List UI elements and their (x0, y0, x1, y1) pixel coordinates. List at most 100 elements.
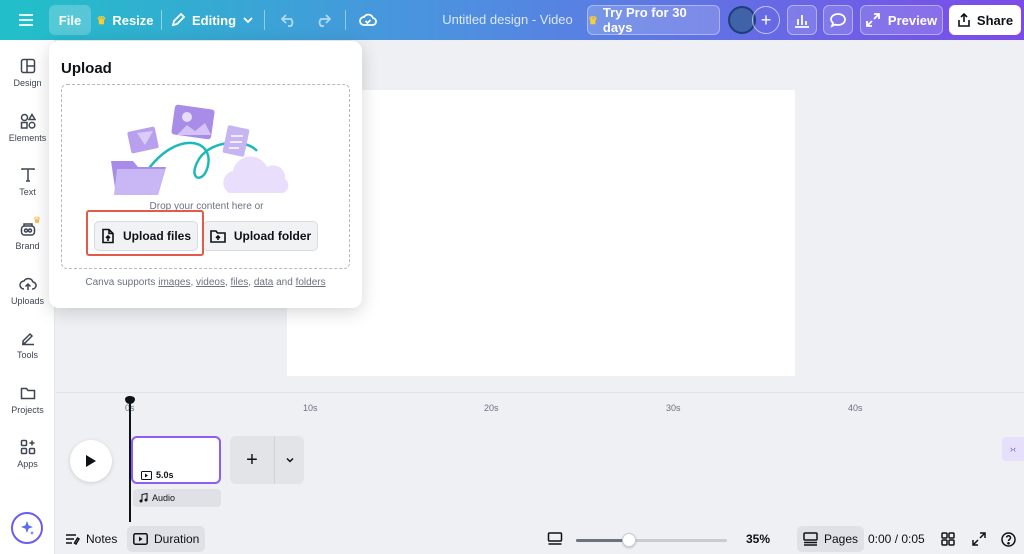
upload-panel: Upload Drop your content here or Upload … (49, 41, 362, 308)
clip-duration-label: 5.0s (156, 470, 174, 480)
insights-button[interactable] (787, 5, 817, 35)
folders-link[interactable]: folders (296, 277, 326, 288)
fullscreen-button[interactable] (972, 526, 986, 552)
cloud-upload-icon (18, 277, 37, 290)
supports-and: and (276, 277, 293, 288)
editing-mode-button[interactable]: Editing (168, 5, 256, 35)
share-icon (958, 13, 970, 27)
page-view-button[interactable] (547, 526, 563, 552)
file-menu-label: File (58, 12, 82, 28)
main-menu-button[interactable] (10, 5, 42, 35)
file-menu-button[interactable]: File (49, 5, 91, 35)
images-link[interactable]: images (158, 277, 190, 288)
playhead[interactable] (129, 399, 131, 527)
video-clip[interactable]: 5.0s (131, 436, 221, 484)
sidebar-item-text[interactable]: Text (0, 167, 55, 217)
add-collaborator-button[interactable]: + (752, 6, 780, 34)
supported-types-note: Canva supports images, videos, files, da… (85, 277, 326, 288)
undo-button[interactable] (276, 5, 302, 35)
pages-button[interactable]: Pages (797, 526, 865, 552)
collapse-panel-tab[interactable]: ›‹ (1002, 437, 1024, 461)
sidebar-item-label: Apps (17, 459, 38, 469)
videos-link[interactable]: videos (196, 277, 225, 288)
zoom-level-label: 35% (746, 532, 771, 546)
folder-upload-icon (210, 230, 226, 243)
help-icon (1001, 531, 1016, 547)
sidebar-item-elements[interactable]: Elements (0, 113, 55, 163)
crown-icon: ♛ (588, 14, 598, 27)
chevrons-icon: ›‹ (1010, 444, 1016, 454)
notes-label: Notes (86, 532, 118, 546)
grid-view-button[interactable] (941, 526, 955, 552)
duration-button[interactable]: Duration (127, 526, 206, 552)
bottom-bar: Notes Duration 35% Pages 0:00 / 0:05 (56, 522, 1024, 554)
sidebar-item-uploads[interactable]: Uploads (0, 276, 55, 326)
preview-button[interactable]: Preview (860, 5, 943, 35)
upload-illustration (111, 104, 289, 195)
sidebar-item-projects[interactable]: Projects (0, 385, 55, 435)
timeline-tick: 40s (848, 403, 863, 413)
cloud-check-icon (359, 13, 377, 26)
audio-label: Audio (152, 493, 176, 503)
data-link[interactable]: data (254, 277, 273, 288)
add-page-options-button[interactable] (275, 436, 304, 484)
bar-chart-icon (795, 15, 809, 28)
comments-button[interactable] (823, 5, 853, 35)
supports-prefix: Canva supports (85, 277, 156, 288)
undo-icon (281, 14, 294, 27)
help-button[interactable] (1001, 526, 1016, 552)
time-readout-label: 0:00 / 0:05 (868, 532, 925, 546)
preview-label: Preview (887, 12, 938, 28)
design-canvas[interactable] (287, 90, 795, 376)
duration-label: Duration (154, 532, 200, 546)
sidebar-item-label: Tools (16, 350, 38, 360)
add-page-button[interactable]: + (230, 436, 274, 484)
resize-button[interactable]: ♛ Resize (96, 5, 154, 35)
notes-icon (66, 534, 80, 545)
sidebar-item-design[interactable]: Design (0, 58, 55, 108)
files-link[interactable]: files (231, 277, 249, 288)
design-title[interactable]: Untitled design - Video (430, 12, 585, 27)
redo-button[interactable] (310, 5, 336, 35)
try-pro-button[interactable]: ♛ Try Pro for 30 days (587, 5, 720, 35)
cloud-save-button[interactable] (354, 5, 382, 35)
expand-icon (866, 13, 880, 27)
play-button[interactable] (70, 440, 112, 482)
share-button[interactable]: Share (949, 5, 1021, 35)
fullscreen-icon (972, 532, 986, 546)
folder-icon (20, 387, 35, 400)
upload-panel-title: Upload (61, 60, 112, 77)
divider (264, 10, 265, 30)
divider (161, 10, 162, 30)
chevron-down-icon (243, 17, 253, 24)
zoom-level[interactable]: 35% (746, 526, 770, 552)
audio-track[interactable]: Audio (133, 489, 221, 507)
try-pro-label: Try Pro for 30 days (602, 5, 687, 35)
grid-icon (941, 532, 955, 546)
divider (345, 10, 346, 30)
notes-button[interactable]: Notes (65, 526, 117, 552)
sidebar-item-label: Brand (15, 241, 40, 251)
sidebar-item-apps[interactable]: Apps (0, 439, 55, 489)
sidebar-item-brand[interactable]: ♛ Brand (0, 215, 55, 271)
hamburger-icon (19, 14, 33, 26)
video-icon (141, 470, 152, 480)
add-page-control: + (230, 436, 304, 484)
crown-icon: ♛ (96, 14, 107, 27)
plus-icon: + (246, 448, 258, 471)
upload-folder-button[interactable]: Upload folder (203, 221, 318, 251)
time-readout: 0:00 / 0:05 (868, 526, 925, 552)
pen-tool-icon (21, 332, 34, 346)
magic-button[interactable] (11, 512, 43, 544)
duration-icon (133, 533, 148, 545)
zoom-slider[interactable] (576, 533, 727, 547)
text-icon (20, 168, 35, 182)
shapes-icon (20, 113, 36, 129)
sidebar-item-label: Projects (11, 405, 44, 415)
play-icon (86, 455, 96, 467)
zoom-slider-handle[interactable] (621, 533, 636, 547)
sidebar-item-tools[interactable]: Tools (0, 330, 55, 380)
left-sidebar: Design Elements Text ♛ Brand Uploads Too… (0, 40, 55, 554)
clip-duration: 5.0s (141, 470, 174, 480)
zoom-slider-fill (576, 539, 629, 542)
